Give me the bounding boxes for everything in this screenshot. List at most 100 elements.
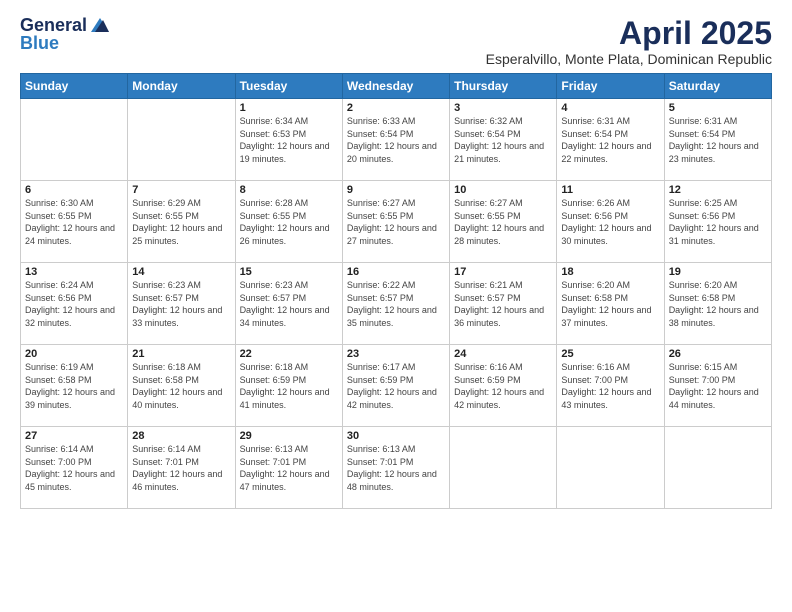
col-header-tuesday: Tuesday: [235, 74, 342, 99]
day-number: 27: [25, 430, 123, 442]
day-cell: 17Sunrise: 6:21 AM Sunset: 6:57 PM Dayli…: [450, 263, 557, 345]
day-info: Sunrise: 6:31 AM Sunset: 6:54 PM Dayligh…: [669, 115, 767, 165]
day-cell: 5Sunrise: 6:31 AM Sunset: 6:54 PM Daylig…: [664, 99, 771, 181]
day-cell: [21, 99, 128, 181]
day-number: 2: [347, 102, 445, 114]
day-cell: 1Sunrise: 6:34 AM Sunset: 6:53 PM Daylig…: [235, 99, 342, 181]
day-number: 16: [347, 266, 445, 278]
day-info: Sunrise: 6:13 AM Sunset: 7:01 PM Dayligh…: [240, 443, 338, 493]
col-header-saturday: Saturday: [664, 74, 771, 99]
calendar: SundayMondayTuesdayWednesdayThursdayFrid…: [20, 73, 772, 509]
col-header-thursday: Thursday: [450, 74, 557, 99]
col-header-monday: Monday: [128, 74, 235, 99]
day-info: Sunrise: 6:18 AM Sunset: 6:59 PM Dayligh…: [240, 361, 338, 411]
col-header-sunday: Sunday: [21, 74, 128, 99]
day-cell: 15Sunrise: 6:23 AM Sunset: 6:57 PM Dayli…: [235, 263, 342, 345]
day-cell: 19Sunrise: 6:20 AM Sunset: 6:58 PM Dayli…: [664, 263, 771, 345]
day-number: 26: [669, 348, 767, 360]
day-info: Sunrise: 6:24 AM Sunset: 6:56 PM Dayligh…: [25, 279, 123, 329]
day-cell: 20Sunrise: 6:19 AM Sunset: 6:58 PM Dayli…: [21, 345, 128, 427]
day-info: Sunrise: 6:31 AM Sunset: 6:54 PM Dayligh…: [561, 115, 659, 165]
day-info: Sunrise: 6:23 AM Sunset: 6:57 PM Dayligh…: [132, 279, 230, 329]
day-cell: [557, 427, 664, 509]
day-info: Sunrise: 6:30 AM Sunset: 6:55 PM Dayligh…: [25, 197, 123, 247]
day-info: Sunrise: 6:19 AM Sunset: 6:58 PM Dayligh…: [25, 361, 123, 411]
day-number: 19: [669, 266, 767, 278]
week-row-0: 1Sunrise: 6:34 AM Sunset: 6:53 PM Daylig…: [21, 99, 772, 181]
day-number: 1: [240, 102, 338, 114]
day-cell: [450, 427, 557, 509]
day-number: 7: [132, 184, 230, 196]
logo-blue: Blue: [20, 34, 111, 54]
day-number: 20: [25, 348, 123, 360]
day-info: Sunrise: 6:21 AM Sunset: 6:57 PM Dayligh…: [454, 279, 552, 329]
day-info: Sunrise: 6:26 AM Sunset: 6:56 PM Dayligh…: [561, 197, 659, 247]
day-number: 12: [669, 184, 767, 196]
col-header-wednesday: Wednesday: [342, 74, 449, 99]
day-number: 17: [454, 266, 552, 278]
day-cell: 14Sunrise: 6:23 AM Sunset: 6:57 PM Dayli…: [128, 263, 235, 345]
day-cell: 11Sunrise: 6:26 AM Sunset: 6:56 PM Dayli…: [557, 181, 664, 263]
day-number: 3: [454, 102, 552, 114]
day-info: Sunrise: 6:18 AM Sunset: 6:58 PM Dayligh…: [132, 361, 230, 411]
day-info: Sunrise: 6:32 AM Sunset: 6:54 PM Dayligh…: [454, 115, 552, 165]
day-info: Sunrise: 6:25 AM Sunset: 6:56 PM Dayligh…: [669, 197, 767, 247]
day-cell: 4Sunrise: 6:31 AM Sunset: 6:54 PM Daylig…: [557, 99, 664, 181]
day-cell: 21Sunrise: 6:18 AM Sunset: 6:58 PM Dayli…: [128, 345, 235, 427]
day-cell: 6Sunrise: 6:30 AM Sunset: 6:55 PM Daylig…: [21, 181, 128, 263]
day-cell: 12Sunrise: 6:25 AM Sunset: 6:56 PM Dayli…: [664, 181, 771, 263]
day-info: Sunrise: 6:15 AM Sunset: 7:00 PM Dayligh…: [669, 361, 767, 411]
day-info: Sunrise: 6:20 AM Sunset: 6:58 PM Dayligh…: [669, 279, 767, 329]
title-month: April 2025: [486, 16, 772, 51]
week-row-2: 13Sunrise: 6:24 AM Sunset: 6:56 PM Dayli…: [21, 263, 772, 345]
day-cell: 18Sunrise: 6:20 AM Sunset: 6:58 PM Dayli…: [557, 263, 664, 345]
col-header-friday: Friday: [557, 74, 664, 99]
day-number: 22: [240, 348, 338, 360]
day-cell: 7Sunrise: 6:29 AM Sunset: 6:55 PM Daylig…: [128, 181, 235, 263]
day-number: 9: [347, 184, 445, 196]
day-cell: 3Sunrise: 6:32 AM Sunset: 6:54 PM Daylig…: [450, 99, 557, 181]
day-cell: 10Sunrise: 6:27 AM Sunset: 6:55 PM Dayli…: [450, 181, 557, 263]
day-number: 15: [240, 266, 338, 278]
day-info: Sunrise: 6:17 AM Sunset: 6:59 PM Dayligh…: [347, 361, 445, 411]
calendar-header-row: SundayMondayTuesdayWednesdayThursdayFrid…: [21, 74, 772, 99]
day-cell: 9Sunrise: 6:27 AM Sunset: 6:55 PM Daylig…: [342, 181, 449, 263]
day-info: Sunrise: 6:13 AM Sunset: 7:01 PM Dayligh…: [347, 443, 445, 493]
day-info: Sunrise: 6:14 AM Sunset: 7:00 PM Dayligh…: [25, 443, 123, 493]
day-cell: 27Sunrise: 6:14 AM Sunset: 7:00 PM Dayli…: [21, 427, 128, 509]
day-number: 30: [347, 430, 445, 442]
logo: General Blue: [20, 16, 111, 54]
day-number: 10: [454, 184, 552, 196]
day-number: 8: [240, 184, 338, 196]
day-number: 25: [561, 348, 659, 360]
day-number: 14: [132, 266, 230, 278]
day-number: 18: [561, 266, 659, 278]
day-cell: 8Sunrise: 6:28 AM Sunset: 6:55 PM Daylig…: [235, 181, 342, 263]
page: General Blue April 2025 Esperalvillo, Mo…: [0, 0, 792, 612]
title-location: Esperalvillo, Monte Plata, Dominican Rep…: [486, 51, 772, 67]
day-cell: 29Sunrise: 6:13 AM Sunset: 7:01 PM Dayli…: [235, 427, 342, 509]
day-number: 23: [347, 348, 445, 360]
day-cell: 2Sunrise: 6:33 AM Sunset: 6:54 PM Daylig…: [342, 99, 449, 181]
day-number: 24: [454, 348, 552, 360]
day-info: Sunrise: 6:16 AM Sunset: 6:59 PM Dayligh…: [454, 361, 552, 411]
week-row-1: 6Sunrise: 6:30 AM Sunset: 6:55 PM Daylig…: [21, 181, 772, 263]
title-block: April 2025 Esperalvillo, Monte Plata, Do…: [486, 16, 772, 67]
week-row-4: 27Sunrise: 6:14 AM Sunset: 7:00 PM Dayli…: [21, 427, 772, 509]
day-cell: 25Sunrise: 6:16 AM Sunset: 7:00 PM Dayli…: [557, 345, 664, 427]
day-info: Sunrise: 6:16 AM Sunset: 7:00 PM Dayligh…: [561, 361, 659, 411]
day-cell: 23Sunrise: 6:17 AM Sunset: 6:59 PM Dayli…: [342, 345, 449, 427]
day-info: Sunrise: 6:34 AM Sunset: 6:53 PM Dayligh…: [240, 115, 338, 165]
day-info: Sunrise: 6:27 AM Sunset: 6:55 PM Dayligh…: [454, 197, 552, 247]
day-cell: 22Sunrise: 6:18 AM Sunset: 6:59 PM Dayli…: [235, 345, 342, 427]
day-number: 29: [240, 430, 338, 442]
day-cell: 16Sunrise: 6:22 AM Sunset: 6:57 PM Dayli…: [342, 263, 449, 345]
day-info: Sunrise: 6:22 AM Sunset: 6:57 PM Dayligh…: [347, 279, 445, 329]
day-cell: 13Sunrise: 6:24 AM Sunset: 6:56 PM Dayli…: [21, 263, 128, 345]
week-row-3: 20Sunrise: 6:19 AM Sunset: 6:58 PM Dayli…: [21, 345, 772, 427]
day-info: Sunrise: 6:28 AM Sunset: 6:55 PM Dayligh…: [240, 197, 338, 247]
day-info: Sunrise: 6:27 AM Sunset: 6:55 PM Dayligh…: [347, 197, 445, 247]
day-number: 13: [25, 266, 123, 278]
day-cell: [128, 99, 235, 181]
day-number: 6: [25, 184, 123, 196]
